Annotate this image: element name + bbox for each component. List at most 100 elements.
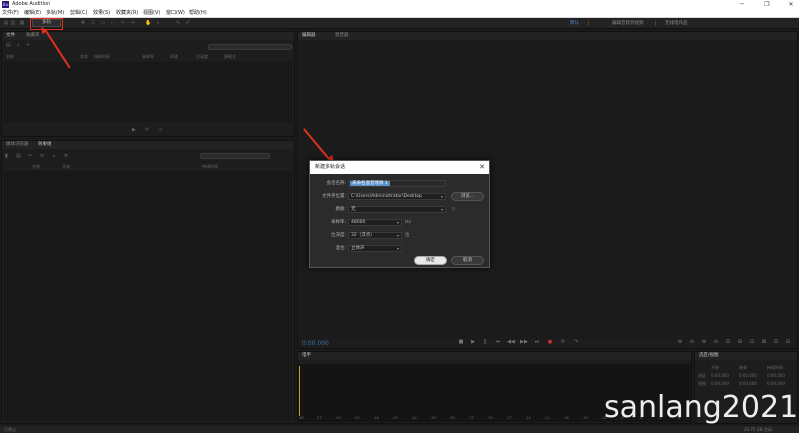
col-name[interactable]: 名称 <box>6 54 14 59</box>
menu-multitrack[interactable]: 多轨(M) <box>46 10 64 17</box>
restore-icon[interactable]: ❐ <box>760 0 774 9</box>
stop-icon[interactable]: ■ <box>457 339 465 346</box>
col-duration[interactable]: 持续时间 <box>94 54 110 59</box>
zoom-out-point-icon[interactable]: ⊡ <box>748 339 756 346</box>
zoom-out-full-icon[interactable]: ⊟ <box>724 339 732 346</box>
spot-heal-tool-icon[interactable]: ✐ <box>185 20 191 26</box>
zoom-in-time-icon[interactable]: ⊕ <box>700 339 708 346</box>
chevron-down-icon: ▾ <box>396 233 399 238</box>
zoom-out-time-icon[interactable]: ⊖ <box>712 339 720 346</box>
cut-icon[interactable]: ✂ <box>28 153 32 159</box>
zoom-track-out-icon[interactable]: ⊟ <box>784 339 792 346</box>
waveform-icon[interactable]: ⩘ <box>52 153 55 159</box>
expand-icon[interactable]: ≡ <box>40 153 44 159</box>
loop-icon[interactable]: ⟳ <box>559 339 567 346</box>
tab-levels[interactable]: 电平 <box>302 353 311 359</box>
session-name-field[interactable]: 未命名混音项目 1 <box>348 180 446 187</box>
play-preview-icon[interactable]: ▶ <box>132 127 136 133</box>
template-info-icon[interactable]: ▯ <box>452 206 454 213</box>
menu-view[interactable]: 视图(V) <box>143 10 160 17</box>
workspace-edit-audio-to-video[interactable]: 编辑音频到视频 <box>612 20 644 27</box>
close-icon[interactable]: ✕ <box>479 163 485 171</box>
workspace-radio-production[interactable]: 无线电作品 <box>665 20 688 27</box>
spectral-view-icon[interactable]: ▥ <box>10 20 16 26</box>
menu-clip[interactable]: 剪辑(C) <box>70 10 87 17</box>
tab-selection-view[interactable]: 选区/视图 <box>699 353 719 359</box>
template-select[interactable]: 无 ▾ <box>348 206 446 213</box>
col-channels[interactable]: 声道 <box>170 54 178 59</box>
zoom-tool-icon[interactable]: ⌕ <box>155 20 161 26</box>
skip-icon[interactable]: ↷ <box>572 339 580 346</box>
menu-window[interactable]: 窗口(W) <box>166 10 185 17</box>
workspace-default[interactable]: 默认 <box>570 20 579 27</box>
menu-file[interactable]: 文件(F) <box>2 10 19 17</box>
browse-button[interactable]: 浏览... <box>451 192 484 201</box>
record-icon[interactable]: ● <box>546 339 554 346</box>
pause-icon[interactable]: ‖ <box>481 339 489 346</box>
delete-icon[interactable]: ▮ <box>5 153 8 159</box>
col-source-format[interactable]: 源格式 <box>224 54 236 59</box>
selection-start[interactable]: 0:00.000 <box>711 373 729 378</box>
brush-tool-icon[interactable]: ✎ <box>175 20 181 26</box>
collapse-icon[interactable]: ≣ <box>64 153 68 159</box>
tab-editor[interactable]: 编辑器 <box>302 33 316 39</box>
go-to-start-icon[interactable]: ⏮ <box>494 339 502 346</box>
menu-edit[interactable]: 编辑(E) <box>24 10 41 17</box>
ok-button[interactable]: 确定 <box>414 256 447 265</box>
razor-tool-icon[interactable]: ✂ <box>120 20 126 26</box>
move-tool-icon[interactable]: ✥ <box>80 20 86 26</box>
go-to-end-icon[interactable]: ⏭ <box>533 339 541 346</box>
view-end[interactable]: 0:00.000 <box>739 381 757 386</box>
tab-mixer[interactable]: 混音器 <box>335 33 349 39</box>
media-list[interactable] <box>4 171 292 421</box>
menu-help[interactable]: 帮助(H) <box>189 10 207 17</box>
hand-tool-icon[interactable]: ✋ <box>145 20 151 26</box>
zoom-selection-icon[interactable]: ⊠ <box>760 339 768 346</box>
pitch-view-icon[interactable]: ▦ <box>19 20 25 26</box>
files-search-input[interactable] <box>208 44 292 50</box>
slip-tool-icon[interactable]: ↔ <box>130 20 136 26</box>
close-window-icon[interactable]: ✕ <box>784 0 798 9</box>
zoom-in-point-icon[interactable]: ⊞ <box>736 339 744 346</box>
fast-forward-icon[interactable]: ▶▶ <box>520 339 528 346</box>
col-status[interactable]: 状态 <box>80 54 88 59</box>
add-icon[interactable]: ▤ <box>16 153 21 159</box>
col-start[interactable]: 开始 <box>62 164 70 169</box>
minimize-icon[interactable]: ─ <box>735 0 749 9</box>
time-selection-tool-icon[interactable]: ⌶ <box>90 20 96 26</box>
mix-select[interactable]: 立体声 ▾ <box>348 245 402 252</box>
marquee-tool-icon[interactable]: ▭ <box>100 20 106 26</box>
zoom-track-icon[interactable]: ⊟ <box>772 339 780 346</box>
files-list[interactable] <box>4 62 292 122</box>
import-icon[interactable]: ⇣ <box>16 42 20 48</box>
col-sample-rate[interactable]: 采样率 <box>142 54 154 59</box>
menu-effects[interactable]: 效果(S) <box>93 10 110 17</box>
menu-favorites[interactable]: 收藏夹(R) <box>116 10 138 17</box>
cancel-button[interactable]: 取消 <box>451 256 484 265</box>
lasso-tool-icon[interactable]: ◌ <box>110 20 116 26</box>
tab-favorites[interactable]: 收藏夹 <box>26 33 40 39</box>
selection-end[interactable]: 0:00.000 <box>739 373 757 378</box>
rewind-icon[interactable]: ◀◀ <box>507 339 515 346</box>
new-file-icon[interactable]: + <box>26 42 30 48</box>
zoom-out-amplitude-icon[interactable]: ⊖ <box>688 339 696 346</box>
autoplay-icon[interactable]: ◁ <box>158 127 162 133</box>
open-file-icon[interactable]: ▤ <box>6 42 11 48</box>
tab-files[interactable]: 文件 <box>6 33 15 39</box>
bit-depth-select[interactable]: 32（浮点） ▾ <box>348 232 402 239</box>
tab-media-browser[interactable]: 媒体浏览器 <box>6 142 29 148</box>
tab-effects-rack[interactable]: 效果组 <box>38 142 52 148</box>
selection-duration[interactable]: 0:00.000 <box>767 373 785 378</box>
sample-rate-select[interactable]: 48000 ▾ <box>348 219 402 226</box>
folder-location-select[interactable]: C:\Users\Administrator\Desktop ▾ <box>348 193 446 200</box>
zoom-in-amplitude-icon[interactable]: ⊕ <box>676 339 684 346</box>
loop-preview-icon[interactable]: ⟳ <box>145 127 149 133</box>
media-search-input[interactable] <box>200 153 270 159</box>
view-start[interactable]: 0:00.000 <box>711 381 729 386</box>
play-icon[interactable]: ▶ <box>469 339 477 346</box>
col-name[interactable]: 名称 <box>32 164 40 169</box>
waveform-view-icon[interactable]: ▤ <box>3 20 9 26</box>
col-bit-depth[interactable]: 位深度 <box>196 54 208 59</box>
view-duration[interactable]: 0:00.000 <box>767 381 785 386</box>
col-duration[interactable]: 持续时间 <box>202 164 218 169</box>
